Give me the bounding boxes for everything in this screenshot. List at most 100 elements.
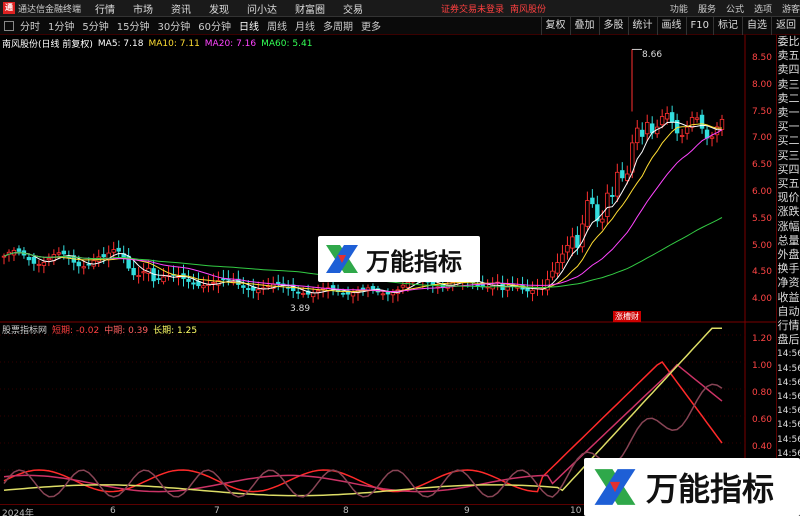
stock-link[interactable]: 南风股份 — [510, 2, 546, 15]
price-axis-label: 6.50 — [751, 160, 772, 171]
biaoji-button[interactable]: 标记 — [713, 16, 742, 35]
period-15min[interactable]: 15分钟 — [117, 18, 150, 33]
huaxian-button[interactable]: 画线 — [656, 16, 686, 35]
candle-body — [46, 258, 52, 261]
watermark-top: 万能指标 — [318, 236, 480, 282]
price-axis-label: 4.50 — [751, 267, 772, 278]
tongji-button[interactable]: 统计 — [627, 16, 657, 35]
price-axis-label: 8.00 — [751, 79, 772, 90]
period-5min[interactable]: 5分钟 — [82, 18, 108, 33]
candle-body — [605, 192, 610, 217]
candle-body — [610, 194, 615, 197]
menu-fuwu[interactable]: 服务 — [698, 2, 716, 15]
menu-shichang[interactable]: 市场 — [133, 1, 153, 16]
watermark-bottom: 万能指标 — [584, 458, 800, 516]
period-monthly[interactable]: 月线 — [295, 18, 315, 33]
menu-caifuquan[interactable]: 财富圈 — [295, 1, 325, 16]
date-label: 8 — [343, 506, 349, 516]
candle-body — [61, 250, 67, 255]
indicator-mid: 中期: 0.39 — [104, 326, 149, 336]
candle-body — [276, 281, 281, 285]
candle-body — [161, 276, 166, 283]
menu-bar: 通 通达信金融终端 行情 市场 资讯 发现 问小达 财富圈 交易 证券交易未登录… — [0, 0, 800, 17]
watermark-text: 万能指标 — [646, 470, 775, 508]
menu-right: 功能 服务 公式 选项 游客 — [660, 2, 800, 15]
ma5-value: MA5: 7.18 — [97, 38, 144, 49]
candle-body — [101, 254, 106, 258]
candle-body — [86, 263, 91, 266]
period-more[interactable]: 更多 — [361, 18, 381, 33]
sidebar-label: 总量 — [777, 233, 800, 247]
sidebar-label: 行情 — [777, 319, 800, 333]
candle-body — [131, 267, 136, 276]
sidebar-label: 买四 — [777, 162, 800, 176]
candle-body — [56, 252, 62, 255]
zixuan-button[interactable]: 自选 — [742, 16, 771, 35]
menu-faxian[interactable]: 发现 — [209, 1, 229, 16]
candle-body — [111, 249, 116, 253]
menu-zixun[interactable]: 资讯 — [171, 1, 191, 16]
candle-body — [295, 291, 301, 294]
candle-body — [340, 292, 346, 295]
menu-hangqing[interactable]: 行情 — [95, 1, 115, 16]
price-axis-label: 4.00 — [751, 294, 772, 305]
price-axis-label: 6.00 — [751, 187, 772, 197]
candle-body — [585, 200, 590, 227]
watermark-logo-icon — [594, 469, 636, 505]
sidebar-label: 14:56 — [777, 377, 800, 388]
sidebar-label: 卖一 — [777, 106, 800, 120]
candle-body — [256, 289, 261, 294]
duogu-button[interactable]: 多股 — [598, 16, 628, 35]
candle-body — [550, 270, 555, 278]
sidebar-label: 买三 — [777, 148, 800, 162]
period-toolbar: 分时 1分钟 5分钟 15分钟 30分钟 60分钟 日线 周线 月线 多周期 更… — [0, 16, 800, 35]
period-30min[interactable]: 30分钟 — [157, 18, 190, 33]
candle-body — [530, 289, 535, 294]
menu-gongneng[interactable]: 功能 — [670, 2, 688, 15]
user-label[interactable]: 游客 — [782, 2, 800, 15]
candle-body — [664, 113, 670, 120]
app-logo-icon: 通 — [3, 2, 15, 14]
period-60min[interactable]: 60分钟 — [198, 18, 231, 33]
candle-body — [360, 287, 366, 290]
period-fenshi[interactable]: 分时 — [20, 18, 40, 33]
indicator-axis-label: 1.20 — [751, 334, 772, 344]
period-daily[interactable]: 日线 — [239, 18, 259, 33]
candle-body — [1, 255, 7, 258]
candle-body — [116, 247, 121, 252]
login-notice[interactable]: 证券交易未登录 — [441, 2, 504, 15]
candle-body — [31, 256, 37, 264]
candle-body — [310, 292, 316, 298]
candle-body — [141, 271, 146, 274]
sidebar-label: 14:56 — [777, 349, 800, 360]
period-multi[interactable]: 多周期 — [323, 18, 353, 33]
high-label: 8.66 — [642, 50, 663, 60]
date-label: 2024年 — [2, 509, 34, 516]
diejia-button[interactable]: 叠加 — [569, 16, 599, 35]
fuquan-button[interactable]: 复权 — [540, 16, 570, 35]
watermark-logo-icon — [326, 245, 358, 273]
watermark-text: 万能指标 — [366, 247, 462, 276]
f10-button[interactable]: F10 — [685, 16, 713, 35]
menu-wenxiaoda[interactable]: 问小达 — [247, 1, 277, 16]
menu-xuanxiang[interactable]: 选项 — [754, 2, 772, 15]
candle-body — [565, 245, 570, 253]
fanhui-button[interactable]: 返回 — [771, 16, 800, 35]
candle-body — [26, 257, 32, 261]
sidebar-label: 买一 — [777, 120, 800, 134]
candle-body — [699, 114, 705, 129]
price-info-bar: 南风股份(日线 前复权) MA5: 7.18 MA10: 7.11 MA20: … — [2, 37, 313, 51]
candle-body — [76, 261, 81, 267]
price-axis-label: 7.50 — [751, 106, 772, 117]
sidebar-label: 卖五 — [777, 49, 800, 63]
layout-icon[interactable] — [4, 20, 14, 31]
candle-body — [156, 278, 161, 281]
menu-jiaoyi[interactable]: 交易 — [343, 1, 363, 16]
candle-body — [211, 282, 216, 284]
sidebar-label: 涨幅 — [777, 219, 800, 233]
menu-gongshi[interactable]: 公式 — [726, 2, 744, 15]
period-weekly[interactable]: 周线 — [267, 18, 287, 33]
ma60-value: MA60: 5.41 — [261, 38, 313, 49]
period-1min[interactable]: 1分钟 — [48, 18, 74, 33]
date-label: 7 — [214, 506, 220, 516]
